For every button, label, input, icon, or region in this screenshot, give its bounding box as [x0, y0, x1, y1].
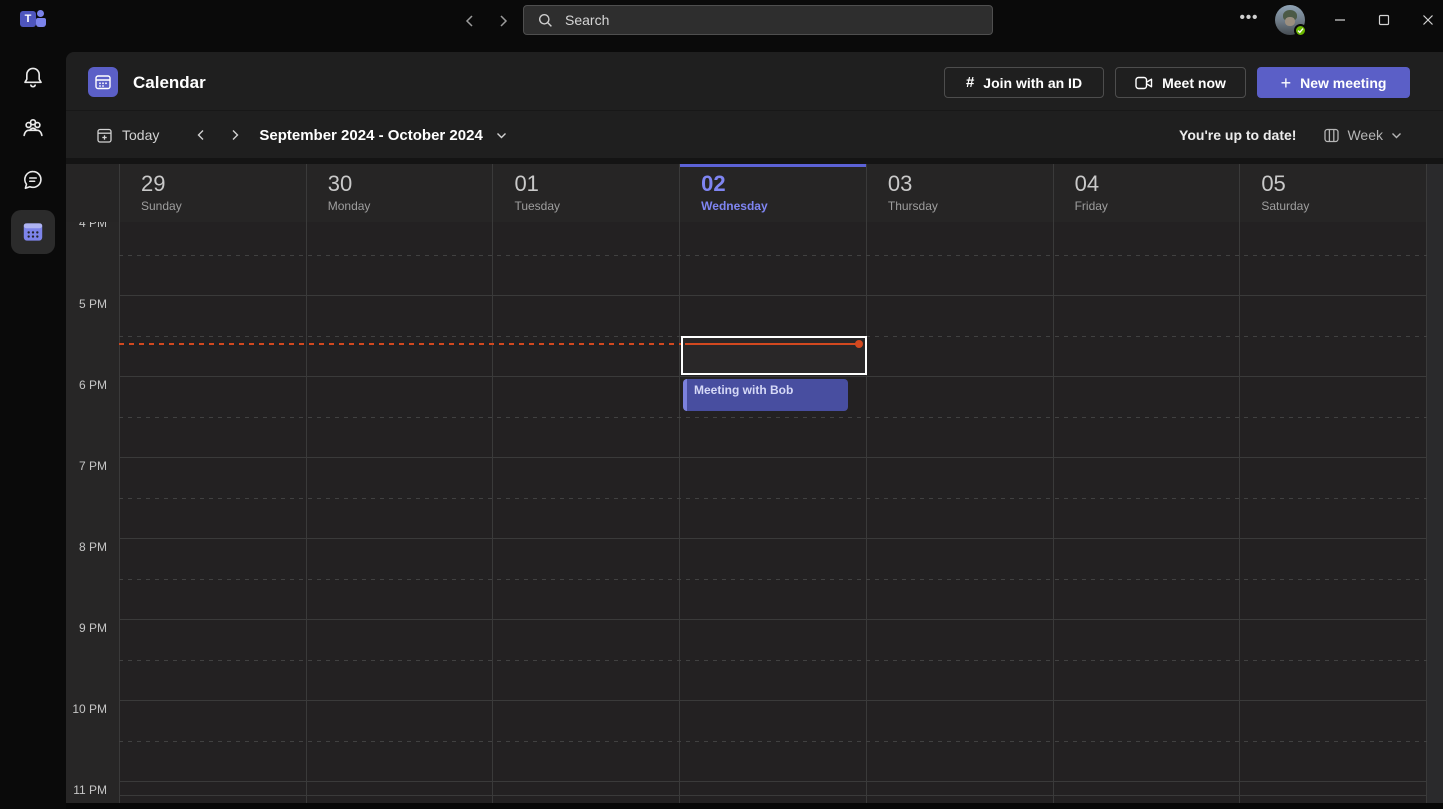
day-column-tuesday[interactable] — [492, 222, 679, 803]
current-time-dot — [855, 340, 863, 348]
sidebar-item-calendar[interactable] — [11, 210, 55, 254]
view-label: Week — [1347, 127, 1383, 143]
search-input[interactable]: Search — [523, 5, 993, 35]
chevron-right-icon — [496, 14, 510, 28]
forward-button[interactable] — [492, 10, 514, 32]
new-meeting-button[interactable]: + New meeting — [1257, 67, 1410, 98]
day-header-sunday[interactable]: 29 Sunday — [119, 164, 306, 222]
search-icon — [538, 13, 553, 28]
video-camera-icon — [1135, 76, 1153, 90]
chevron-down-icon — [495, 129, 508, 142]
minimize-button[interactable] — [1325, 8, 1355, 32]
current-time-line-dashed — [119, 343, 681, 345]
day-column-thursday[interactable] — [866, 222, 1053, 803]
date-range-label: September 2024 - October 2024 — [259, 127, 482, 144]
day-column-wednesday[interactable] — [679, 222, 866, 803]
minimize-icon — [1334, 14, 1346, 26]
day-header-monday[interactable]: 30 Monday — [306, 164, 493, 222]
current-time-line — [685, 343, 861, 345]
day-column-monday[interactable] — [306, 222, 493, 803]
next-week-button[interactable] — [223, 123, 247, 147]
today-icon — [96, 127, 113, 144]
teams-logo: T — [20, 8, 50, 32]
today-label: Today — [122, 127, 159, 143]
sidebar-item-teams[interactable] — [0, 105, 66, 153]
scrollbar-track[interactable] — [1427, 222, 1443, 803]
close-button[interactable] — [1413, 8, 1443, 32]
sidebar-item-chat[interactable] — [0, 156, 66, 204]
time-label: 9 PM — [79, 621, 107, 636]
day-columns — [119, 222, 1427, 803]
new-meeting-label: New meeting — [1300, 75, 1386, 91]
day-header-thursday[interactable]: 03 Thursday — [866, 164, 1053, 222]
day-header-tuesday[interactable]: 01 Tuesday — [492, 164, 679, 222]
presence-available-icon — [1294, 24, 1307, 37]
hash-icon: # — [966, 74, 974, 91]
bell-icon — [20, 65, 46, 91]
join-with-id-label: Join with an ID — [983, 75, 1082, 91]
maximize-icon — [1378, 14, 1390, 26]
chat-icon — [20, 167, 46, 193]
time-gutter: 4 PM 5 PM 6 PM 7 PM 8 PM 9 PM 10 PM 11 P… — [66, 222, 119, 803]
calendar-icon — [20, 219, 46, 245]
time-label: 11 PM — [73, 783, 107, 798]
day-column-sunday[interactable] — [119, 222, 306, 803]
panel-bottom-edge — [66, 803, 1443, 809]
day-header-friday[interactable]: 04 Friday — [1053, 164, 1240, 222]
avatar[interactable] — [1275, 5, 1305, 35]
search-placeholder: Search — [565, 12, 609, 28]
view-selector[interactable]: Week — [1323, 127, 1403, 144]
chevron-down-icon — [1390, 129, 1403, 142]
time-label: 5 PM — [79, 297, 107, 312]
date-range-selector[interactable]: September 2024 - October 2024 — [247, 127, 507, 144]
close-icon — [1422, 14, 1434, 26]
day-header-wednesday-selected[interactable]: 02 Wednesday — [679, 164, 866, 222]
time-label: 8 PM — [79, 540, 107, 555]
day-column-friday[interactable] — [1053, 222, 1240, 803]
calendar-event[interactable]: Meeting with Bob — [683, 379, 848, 411]
join-with-id-button[interactable]: # Join with an ID — [944, 67, 1104, 98]
time-label: 10 PM — [72, 702, 107, 717]
prev-week-button[interactable] — [189, 123, 213, 147]
app-rail — [0, 40, 66, 809]
meet-now-button[interactable]: Meet now — [1115, 67, 1246, 98]
plus-icon: + — [1281, 76, 1292, 90]
chevron-left-icon — [194, 128, 208, 142]
calendar-toolbar: Today September 2024 - October 2024 You'… — [66, 112, 1443, 158]
meet-now-label: Meet now — [1162, 75, 1226, 91]
maximize-button[interactable] — [1369, 8, 1399, 32]
title-bar: T Search ••• — [0, 0, 1443, 40]
chevron-right-icon — [228, 128, 242, 142]
today-button[interactable]: Today — [96, 127, 159, 144]
chevron-left-icon — [463, 14, 477, 28]
calendar-app-icon — [88, 67, 118, 97]
back-button[interactable] — [459, 10, 481, 32]
people-icon — [19, 115, 47, 143]
calendar-panel: Calendar # Join with an ID Meet now + Ne… — [66, 52, 1443, 809]
time-slot-selection[interactable] — [681, 336, 867, 375]
time-label: 4 PM — [79, 222, 107, 231]
week-grid: 4 PM 5 PM 6 PM 7 PM 8 PM 9 PM 10 PM 11 P… — [66, 222, 1427, 803]
page-title: Calendar — [133, 73, 206, 93]
sidebar-item-activity[interactable] — [0, 54, 66, 102]
more-options-button[interactable]: ••• — [1236, 9, 1262, 31]
event-title: Meeting with Bob — [694, 383, 842, 397]
day-column-saturday[interactable] — [1239, 222, 1426, 803]
day-header-row: 29 Sunday 30 Monday 01 Tuesday 02 Wednes… — [66, 164, 1443, 222]
day-header-saturday[interactable]: 05 Saturday — [1239, 164, 1426, 222]
page-header: Calendar # Join with an ID Meet now + Ne… — [66, 52, 1443, 111]
status-message: You're up to date! — [1179, 127, 1296, 143]
week-view-icon — [1323, 127, 1340, 144]
time-label: 7 PM — [79, 459, 107, 474]
teams-window: T Search ••• — [0, 0, 1443, 809]
time-label: 6 PM — [79, 378, 107, 393]
